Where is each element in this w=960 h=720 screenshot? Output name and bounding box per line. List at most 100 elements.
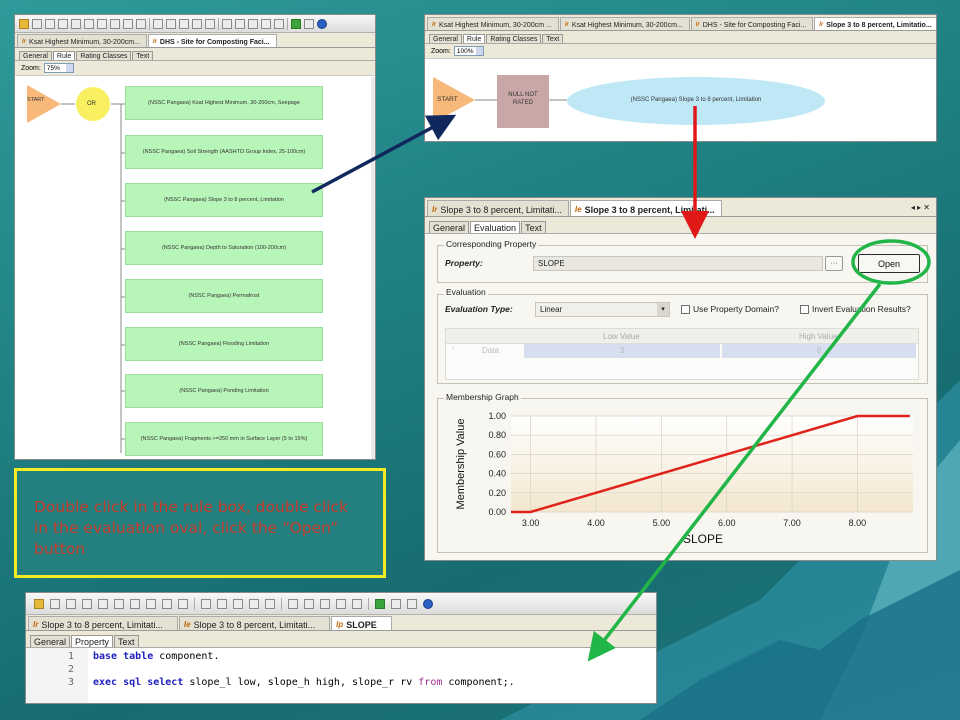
save-icon[interactable]	[45, 18, 55, 29]
run-icon[interactable]	[291, 18, 301, 29]
paste-icon[interactable]	[84, 18, 94, 29]
print-icon[interactable]	[97, 18, 107, 29]
tab-text[interactable]: Text	[114, 635, 139, 647]
y-tick-label: 1.00	[488, 411, 506, 421]
doc-tab[interactable]: Ir Ksat Highest Minimum, 30-200cm...	[559, 17, 690, 30]
rule-box-slope[interactable]: (NSSC Pangaea) Slope 3 to 8 percent, Lim…	[125, 183, 323, 217]
add-icon[interactable]	[222, 18, 232, 29]
undo-icon[interactable]	[179, 18, 189, 29]
zoom-select[interactable]: 75%	[43, 63, 74, 73]
new-icon[interactable]	[34, 598, 44, 609]
doc-tab[interactable]: Ir Slope 3 to 8 percent, Limitati...	[28, 616, 178, 630]
user-icon[interactable]	[407, 598, 417, 609]
property-browse-button[interactable]: ···	[825, 256, 843, 271]
rule-box[interactable]: (NSSC Pangaea) Fragments >=250 mm in Sur…	[125, 422, 323, 456]
stop-icon[interactable]	[391, 598, 401, 609]
rule-icon[interactable]	[82, 598, 92, 609]
doc-tab-slope[interactable]: Ip SLOPE	[331, 616, 392, 630]
tab-scroll-arrows[interactable]: ◂ ▸ ✕	[911, 203, 936, 212]
use-property-domain-checkbox[interactable]: Use Property Domain?	[681, 304, 779, 314]
tab-rating-classes[interactable]: Rating Classes	[76, 51, 132, 60]
tab-general[interactable]: General	[429, 221, 470, 233]
doc-tab[interactable]: Ie Slope 3 to 8 percent, Limitati...	[178, 616, 331, 630]
tab-property[interactable]: Property	[71, 635, 114, 647]
layout-icon[interactable]	[336, 598, 346, 609]
settings-icon[interactable]	[146, 598, 156, 609]
info-icon[interactable]	[423, 598, 433, 609]
tree-icon[interactable]	[123, 18, 133, 29]
x-tick-label: 7.00	[783, 518, 801, 528]
tab-text[interactable]: Text	[521, 221, 546, 233]
tab-text[interactable]: Text	[542, 34, 564, 43]
edit-icon[interactable]	[320, 598, 330, 609]
delete-icon[interactable]	[217, 598, 227, 609]
vertical-scrollbar[interactable]	[371, 77, 375, 459]
tab-evaluation[interactable]: Evaluation	[470, 221, 521, 233]
tab-general[interactable]: General	[19, 51, 52, 60]
info-icon[interactable]	[317, 18, 327, 29]
toolbar	[26, 593, 656, 615]
grid-icon[interactable]	[274, 18, 284, 29]
grid-row[interactable]: › Data 3 8	[446, 344, 918, 358]
start-triangle[interactable]	[27, 85, 61, 123]
tab-general[interactable]: General	[30, 635, 71, 647]
settings-icon[interactable]	[110, 18, 120, 29]
property-field[interactable]: SLOPE	[533, 256, 823, 271]
find-icon[interactable]	[265, 598, 275, 609]
new-icon[interactable]	[19, 18, 29, 29]
cut-icon[interactable]	[201, 598, 211, 609]
link-icon[interactable]	[235, 18, 245, 29]
doc-tab-ksat[interactable]: Ir Ksat Highest Minimum, 30-200cm...	[17, 34, 147, 47]
open-icon[interactable]	[50, 598, 60, 609]
rule-box[interactable]: (NSSC Pangaea) Depth to Saturation (100-…	[125, 231, 323, 265]
doc-tab[interactable]: Ir Ksat Highest Minimum, 30-200cm ...	[427, 17, 559, 30]
tab-general[interactable]: General	[429, 34, 462, 43]
doc-tab[interactable]: Ir Slope 3 to 8 percent, Limitati...	[427, 200, 569, 216]
tree-icon[interactable]	[162, 598, 172, 609]
doc-tab-evaluation[interactable]: Ie Slope 3 to 8 percent, Limitati...	[569, 200, 722, 216]
delete-icon[interactable]	[166, 18, 176, 29]
invert-results-checkbox[interactable]: Invert Evaluation Results?	[800, 304, 911, 314]
grid-icon[interactable]	[352, 598, 362, 609]
copy-icon[interactable]	[98, 598, 108, 609]
open-icon[interactable]	[32, 18, 42, 29]
doc-tab-dhs[interactable]: Ir DHS - Site for Composting Faci...	[147, 34, 277, 47]
add-icon[interactable]	[288, 598, 298, 609]
layout-icon[interactable]	[261, 18, 271, 29]
rule-box[interactable]: (NSSC Pangaea) Ksat Highest Minimum, 30-…	[125, 86, 323, 120]
edit-icon[interactable]	[248, 18, 258, 29]
find-icon[interactable]	[205, 18, 215, 29]
copy-icon[interactable]	[71, 18, 81, 29]
paste-icon[interactable]	[114, 598, 124, 609]
evaluation-type-select[interactable]: Linear ▾	[535, 302, 670, 317]
open-button[interactable]: Open	[858, 254, 920, 273]
rule-box[interactable]: (NSSC Pangaea) Permafrost	[125, 279, 323, 313]
user-icon[interactable]	[304, 18, 314, 29]
tab-rule[interactable]: Rule	[462, 34, 486, 43]
redo-icon[interactable]	[192, 18, 202, 29]
cut-icon[interactable]	[153, 18, 163, 29]
doc-tab-slope[interactable]: Ir Slope 3 to 8 percent, Limitatio...	[814, 17, 936, 30]
run-icon[interactable]	[375, 598, 385, 609]
save-icon[interactable]	[66, 598, 76, 609]
grid-high-cell[interactable]: 8	[722, 344, 916, 358]
print-icon[interactable]	[130, 598, 140, 609]
rule-box[interactable]: (NSSC Pangaea) Flooding Limitation	[125, 327, 323, 361]
rule-icon[interactable]	[58, 18, 68, 29]
link-icon[interactable]	[304, 598, 314, 609]
doc-tab-label: Slope 3 to 8 percent, Limitati...	[41, 619, 163, 630]
rule-box[interactable]: (NSSC Pangaea) Soil Strength (AASHTO Gro…	[125, 135, 323, 169]
tab-rating-classes[interactable]: Rating Classes	[486, 34, 542, 43]
help-icon[interactable]	[136, 18, 146, 29]
tab-rule[interactable]: Rule	[52, 51, 76, 60]
rule-box[interactable]: (NSSC Pangaea) Ponding Limitation	[125, 374, 323, 408]
grid-low-cell[interactable]: 3	[524, 344, 720, 358]
code-editor[interactable]: 1 2 3 base table component. exec sql sel…	[26, 648, 656, 703]
evaluation-tab-icon: Ie	[183, 620, 191, 629]
undo-icon[interactable]	[233, 598, 243, 609]
help-icon[interactable]	[178, 598, 188, 609]
zoom-select[interactable]: 100%	[453, 46, 484, 56]
doc-tab[interactable]: Ir DHS - Site for Composting Faci...	[690, 17, 814, 30]
tab-text[interactable]: Text	[132, 51, 154, 60]
redo-icon[interactable]	[249, 598, 259, 609]
